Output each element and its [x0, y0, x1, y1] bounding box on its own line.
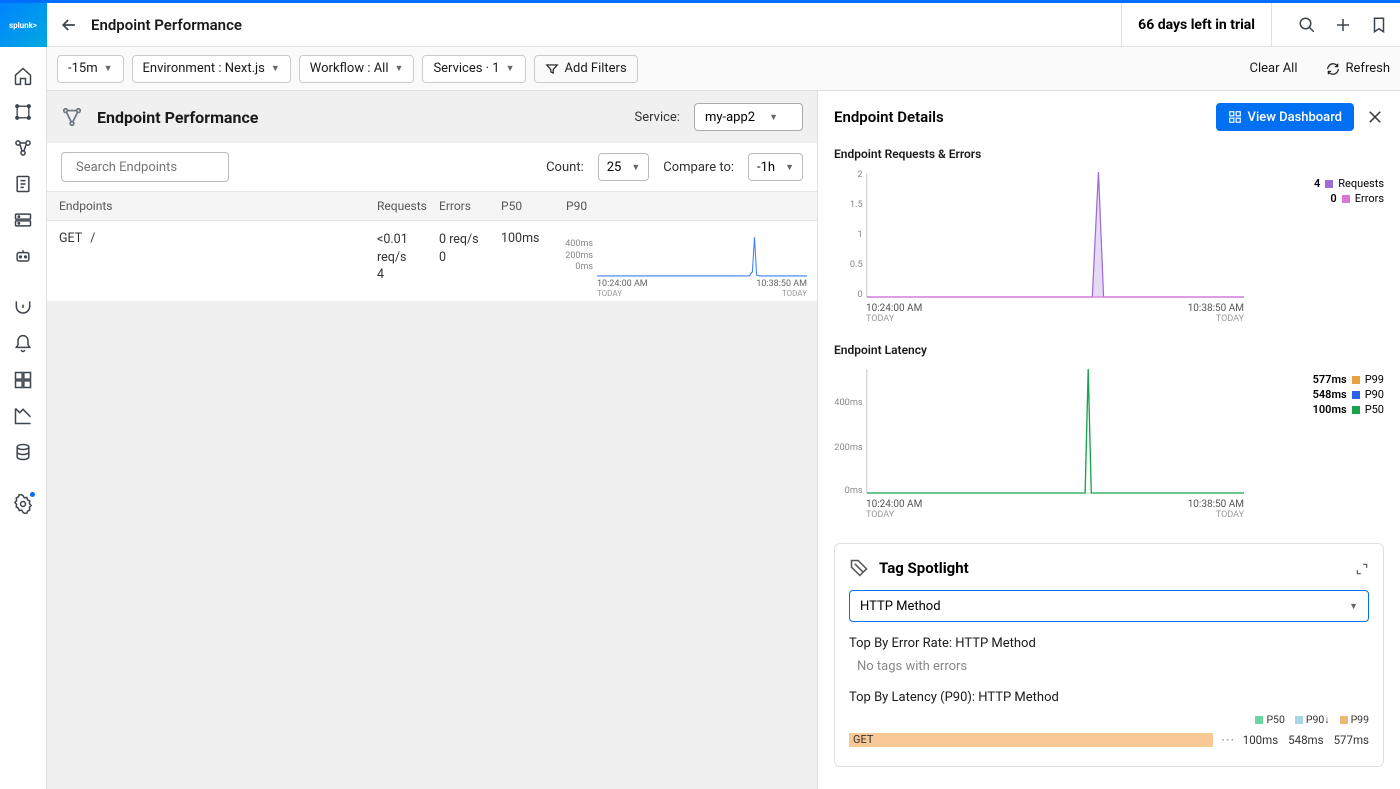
svg-text:200ms: 200ms: [834, 443, 863, 453]
latency-legend: P50 P90↓ P99: [849, 713, 1369, 726]
back-button[interactable]: [59, 15, 79, 35]
compare-select[interactable]: -1h▼: [748, 153, 803, 181]
error-rate-title: Top By Error Rate: HTTP Method: [849, 636, 1369, 651]
metrics-icon[interactable]: [12, 405, 34, 427]
time-filter[interactable]: -15m▼: [57, 55, 124, 83]
expand-icon[interactable]: [1355, 561, 1369, 575]
filter-bar: -15m▼ Environment : Next.js▼ Workflow : …: [47, 47, 1400, 91]
trial-indicator[interactable]: 66 days left in trial: [1121, 3, 1272, 46]
settings-icon[interactable]: [12, 493, 34, 515]
compare-label: Compare to:: [663, 160, 734, 175]
requests-cell: <0.01req/s4: [377, 231, 439, 291]
logs-icon[interactable]: [12, 173, 34, 195]
network-icon: [61, 106, 83, 128]
header: Endpoint Performance 66 days left in tri…: [47, 3, 1400, 47]
latency-chart: Endpoint Latency 400ms 200ms 0ms 10:24:0: [818, 339, 1400, 535]
svg-text:1: 1: [858, 230, 863, 240]
tag-icon: [849, 558, 869, 578]
home-icon[interactable]: [12, 65, 34, 87]
search-input[interactable]: [61, 152, 229, 182]
sidebar: splunk>: [0, 3, 47, 789]
endpoints-pane: Endpoint Performance Service: my-app2▼ C…: [47, 91, 817, 789]
bot-icon[interactable]: [12, 245, 34, 267]
view-dashboard-button[interactable]: View Dashboard: [1216, 103, 1354, 131]
service-label: Service:: [635, 110, 680, 125]
requests-chart: Endpoint Requests & Errors 2 1.5 1 0.5 0: [818, 143, 1400, 339]
detail-pane: Endpoint Details View Dashboard Endpoint…: [817, 91, 1400, 789]
svg-text:400ms: 400ms: [834, 398, 863, 408]
section-title: Endpoint Performance: [97, 108, 621, 127]
legend-item: 100msP50: [1254, 403, 1384, 416]
svg-text:1.5: 1.5: [850, 200, 863, 210]
legend-item: 548msP90: [1254, 388, 1384, 401]
incident-icon[interactable]: [12, 297, 34, 319]
tag-spotlight-card: Tag Spotlight HTTP Method▼ Top By Error …: [834, 543, 1384, 767]
apm-icon[interactable]: [12, 101, 34, 123]
endpoint-path: /: [90, 231, 95, 291]
svg-text:2: 2: [858, 170, 863, 180]
infra-icon[interactable]: [12, 209, 34, 231]
tag-dimension-select[interactable]: HTTP Method▼: [849, 590, 1369, 622]
search-field[interactable]: [76, 160, 242, 175]
add-filters-button[interactable]: Add Filters: [534, 55, 638, 83]
more-icon[interactable]: ⋯: [1221, 732, 1235, 748]
table-row[interactable]: GET / <0.01req/s4 0 req/s0 100ms 400ms200…: [47, 221, 817, 301]
p90-sparkline: 400ms200ms0ms 10:24:00 AMTODAY 10:38:50 …: [563, 231, 817, 291]
refresh-button[interactable]: Refresh: [1326, 61, 1390, 76]
p50-cell: 100ms: [501, 231, 563, 291]
alerts-icon[interactable]: [12, 333, 34, 355]
splunk-logo[interactable]: splunk>: [0, 3, 47, 47]
workflow-filter[interactable]: Workflow : All▼: [299, 55, 415, 83]
add-icon[interactable]: [1334, 16, 1352, 34]
tag-spotlight-title: Tag Spotlight: [879, 559, 1345, 577]
detail-title: Endpoint Details: [834, 108, 1204, 126]
errors-cell: 0 req/s0: [439, 231, 501, 291]
nodes-icon[interactable]: [12, 137, 34, 159]
latency-title: Top By Latency (P90): HTTP Method: [849, 690, 1369, 705]
dashboards-icon[interactable]: [12, 369, 34, 391]
environment-filter[interactable]: Environment : Next.js▼: [132, 55, 291, 83]
clear-all-button[interactable]: Clear All: [1249, 61, 1297, 76]
count-select[interactable]: 25▼: [598, 153, 650, 181]
search-icon[interactable]: [1298, 16, 1316, 34]
no-tags-message: No tags with errors: [849, 659, 1369, 674]
services-filter[interactable]: Services · 1▼: [422, 55, 525, 83]
page-title: Endpoint Performance: [91, 16, 1109, 34]
service-select[interactable]: my-app2▼: [694, 103, 803, 131]
legend-item: 0Errors: [1254, 192, 1384, 205]
latency-bar-row[interactable]: GET ⋯ 100ms548ms577ms: [849, 732, 1369, 748]
count-label: Count:: [546, 160, 584, 175]
svg-text:0ms: 0ms: [845, 486, 863, 495]
svg-text:0.5: 0.5: [850, 260, 863, 270]
close-icon[interactable]: [1366, 108, 1384, 126]
http-method: GET: [59, 231, 82, 291]
svg-text:0: 0: [858, 290, 863, 299]
data-icon[interactable]: [12, 441, 34, 463]
legend-item: 577msP99: [1254, 373, 1384, 386]
bookmark-icon[interactable]: [1370, 16, 1388, 34]
legend-item: 4Requests: [1254, 177, 1384, 190]
table-header: Endpoints Requests Errors P50 P90: [47, 191, 817, 221]
